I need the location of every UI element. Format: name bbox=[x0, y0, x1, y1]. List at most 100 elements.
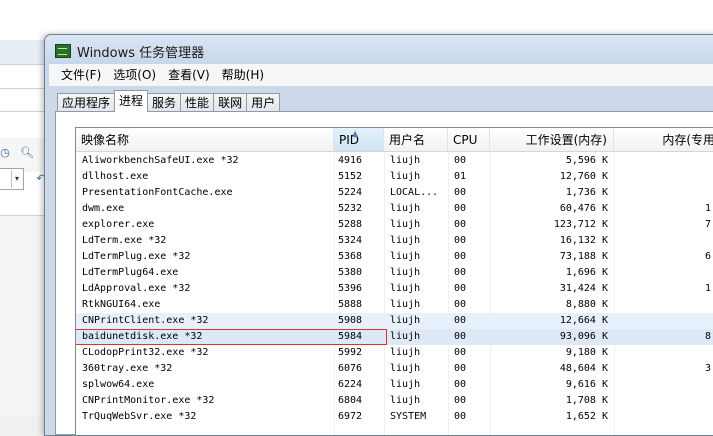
chevron-down-icon[interactable]: ▾ bbox=[11, 170, 22, 188]
tab-performance[interactable]: 性能 bbox=[180, 93, 215, 112]
process-user: liujh bbox=[390, 331, 421, 342]
process-cpu: 00 bbox=[454, 219, 467, 230]
column-header-private-memory[interactable]: 内存(专用 bbox=[614, 128, 713, 151]
column-header-working-set[interactable]: 工作设置(内存) bbox=[490, 128, 614, 151]
process-cpu: 00 bbox=[454, 187, 467, 198]
tab-services[interactable]: 服务 bbox=[147, 93, 182, 112]
process-row[interactable]: LdTerm.exe *32 5324 liujh 00 16,132 K bbox=[76, 233, 713, 249]
column-header-row: 映像名称 ▲ PID 用户名 CPU 工作设置(内存) 内存(专用 bbox=[76, 128, 713, 152]
process-cpu: 00 bbox=[454, 155, 467, 166]
process-name: dllhost.exe bbox=[82, 171, 149, 182]
process-row[interactable]: dllhost.exe 5152 liujh 01 12,760 K bbox=[76, 169, 713, 185]
process-row[interactable]: explorer.exe 5288 liujh 00 123,712 K 7 bbox=[76, 217, 713, 233]
process-cpu: 00 bbox=[454, 203, 467, 214]
column-header-user[interactable]: 用户名 bbox=[384, 128, 448, 151]
process-working-set: 48,604 K bbox=[559, 363, 608, 374]
tab-processes[interactable]: 进程 bbox=[114, 90, 149, 112]
process-user: liujh bbox=[390, 299, 421, 310]
process-row[interactable]: RtkNGUI64.exe 5888 liujh 00 8,880 K bbox=[76, 297, 713, 313]
process-row[interactable]: LdApproval.exe *32 5396 liujh 00 31,424 K 1 bbox=[76, 281, 713, 297]
process-user: liujh bbox=[390, 235, 421, 246]
process-private-memory bbox=[616, 393, 711, 409]
process-name: CNPrintClient.exe *32 bbox=[82, 315, 209, 326]
process-pid: 5984 bbox=[338, 331, 363, 342]
process-row[interactable]: CLodopPrint32.exe *32 5992 liujh 00 9,180 K bbox=[76, 345, 713, 361]
process-row[interactable]: LdTermPlug.exe *32 5368 liujh 00 73,188 K 6 bbox=[76, 249, 713, 265]
process-name: LdTermPlug64.exe bbox=[82, 267, 179, 278]
process-name: RtkNGUI64.exe bbox=[82, 299, 161, 310]
process-cpu: 01 bbox=[454, 171, 467, 182]
title-bar: Windows 任务管理器 bbox=[55, 41, 204, 61]
process-private-memory bbox=[616, 153, 711, 169]
process-row[interactable]: AliworkbenchSafeUI.exe *32 4916 liujh 00 5,5… bbox=[76, 153, 713, 169]
process-list[interactable]: 映像名称 ▲ PID 用户名 CPU 工作设置(内存) 内存(专用 Aliwor… bbox=[75, 127, 713, 435]
process-name: explorer.exe bbox=[82, 219, 155, 230]
process-name: PresentationFontCache.exe bbox=[82, 187, 233, 198]
process-private-memory bbox=[616, 345, 711, 361]
process-working-set: 1,708 K bbox=[565, 395, 608, 406]
process-pid: 5288 bbox=[338, 219, 363, 230]
process-pid: 5396 bbox=[338, 283, 363, 294]
menu-view[interactable]: 查看(V) bbox=[162, 64, 216, 86]
process-pid: 6972 bbox=[338, 411, 363, 422]
column-header-cpu[interactable]: CPU bbox=[448, 128, 490, 151]
process-row[interactable]: CNPrintClient.exe *32 5908 liujh 00 12,664 K bbox=[76, 313, 713, 329]
tab-strip: 应用程序 进程 服务 性能 联网 用户 bbox=[57, 90, 713, 112]
menu-bar: 文件(F) 选项(O) 查看(V) 帮助(H) bbox=[49, 64, 713, 86]
search-document-icon[interactable]: 🔍︎ bbox=[20, 146, 34, 160]
process-working-set: 123,712 K bbox=[553, 219, 608, 230]
process-pid: 4916 bbox=[338, 155, 363, 166]
process-row[interactable]: PresentationFontCache.exe 5224 LOCAL... 00 1… bbox=[76, 185, 713, 201]
process-user: liujh bbox=[390, 267, 421, 278]
process-working-set: 73,188 K bbox=[559, 251, 608, 262]
process-private-memory bbox=[616, 169, 711, 185]
sort-ascending-icon: ▲ bbox=[352, 129, 359, 138]
process-row[interactable]: TrQuqWebSvr.exe *32 6972 SYSTEM 00 1,652 K bbox=[76, 409, 713, 425]
column-header-image-name-label: 映像名称 bbox=[81, 133, 130, 147]
process-user: liujh bbox=[390, 171, 421, 182]
menu-file[interactable]: 文件(F) bbox=[55, 64, 107, 86]
process-name: splwow64.exe bbox=[82, 379, 155, 390]
process-cpu: 00 bbox=[454, 363, 467, 374]
process-name: LdTermPlug.exe *32 bbox=[82, 251, 191, 262]
process-private-memory: 3 bbox=[704, 363, 711, 374]
menu-options[interactable]: 选项(O) bbox=[107, 64, 162, 86]
process-name: baidunetdisk.exe *32 bbox=[82, 331, 203, 342]
tab-networking[interactable]: 联网 bbox=[213, 93, 248, 112]
process-row[interactable]: splwow64.exe 6224 liujh 00 9,616 K bbox=[76, 377, 713, 393]
process-user: liujh bbox=[390, 203, 421, 214]
process-cpu: 00 bbox=[454, 235, 467, 246]
menu-help[interactable]: 帮助(H) bbox=[216, 64, 270, 86]
tab-users[interactable]: 用户 bbox=[246, 93, 281, 112]
process-user: liujh bbox=[390, 379, 421, 390]
background-combo-box[interactable]: ▾ bbox=[0, 168, 24, 190]
process-working-set: 9,616 K bbox=[565, 379, 608, 390]
process-row[interactable]: baidunetdisk.exe *32 5984 liujh 00 93,096 K 8 bbox=[76, 329, 713, 345]
clock-icon[interactable]: ◷ bbox=[0, 146, 12, 160]
process-working-set: 12,760 K bbox=[559, 171, 608, 182]
process-pid: 5324 bbox=[338, 235, 363, 246]
process-cpu: 00 bbox=[454, 267, 467, 278]
process-cpu: 00 bbox=[454, 299, 467, 310]
process-name: LdTerm.exe *32 bbox=[82, 235, 167, 246]
process-working-set: 60,476 K bbox=[559, 203, 608, 214]
process-cpu: 00 bbox=[454, 315, 467, 326]
process-row[interactable]: dwm.exe 5232 liujh 00 60,476 K 1 bbox=[76, 201, 713, 217]
tab-applications[interactable]: 应用程序 bbox=[57, 93, 116, 112]
column-header-working-set-label: 工作设置(内存) bbox=[525, 133, 607, 147]
task-manager-icon bbox=[55, 44, 71, 58]
process-working-set: 8,880 K bbox=[565, 299, 608, 310]
process-private-memory: 1 bbox=[704, 203, 711, 214]
column-header-pid[interactable]: ▲ PID bbox=[334, 128, 384, 151]
process-row[interactable]: CNPrintMonitor.exe *32 6804 liujh 00 1,708 K bbox=[76, 393, 713, 409]
process-pid: 5232 bbox=[338, 203, 363, 214]
column-header-image-name[interactable]: 映像名称 bbox=[76, 128, 334, 151]
process-cpu: 00 bbox=[454, 379, 467, 390]
process-pid: 5908 bbox=[338, 315, 363, 326]
process-row[interactable]: 360tray.exe *32 6076 liujh 00 48,604 K 3 bbox=[76, 361, 713, 377]
process-working-set: 5,596 K bbox=[565, 155, 608, 166]
process-working-set: 1,652 K bbox=[565, 411, 608, 422]
process-name: CLodopPrint32.exe *32 bbox=[82, 347, 209, 358]
process-pid: 6076 bbox=[338, 363, 363, 374]
process-row[interactable]: LdTermPlug64.exe 5380 liujh 00 1,696 K bbox=[76, 265, 713, 281]
